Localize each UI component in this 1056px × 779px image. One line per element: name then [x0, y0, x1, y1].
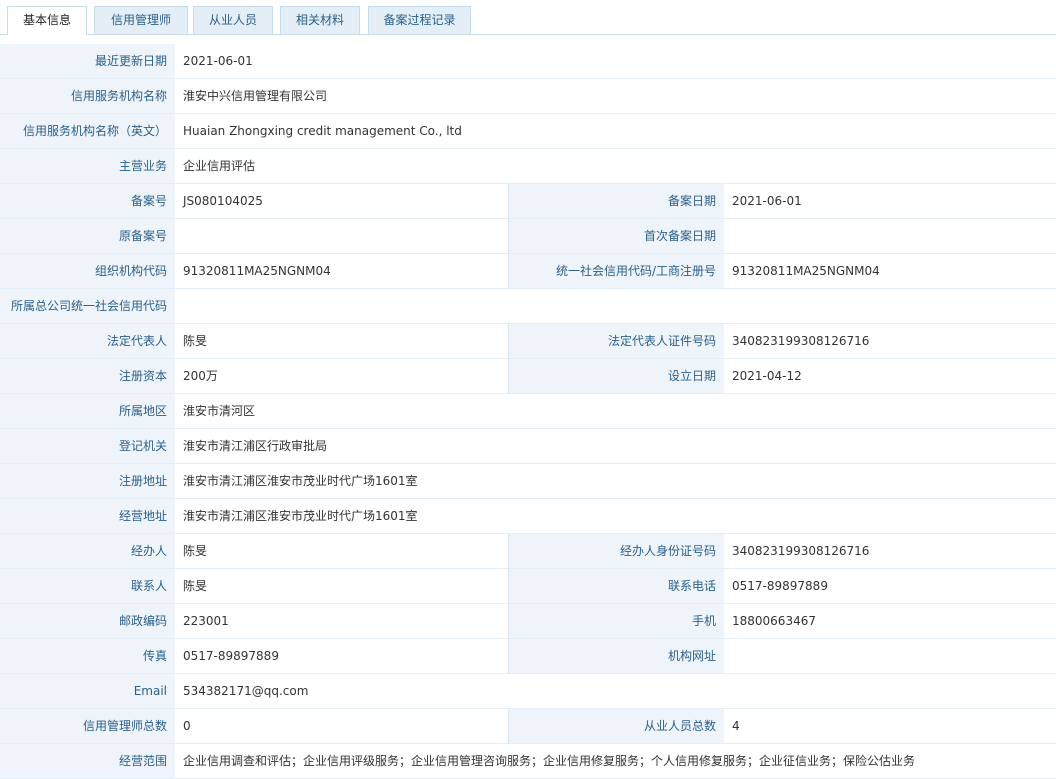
credit-manager-count-label: 信用管理师总数: [0, 709, 175, 744]
row-postal-code: 邮政编码 223001 手机 18800663467: [0, 604, 1056, 639]
staff-count-label: 从业人员总数: [509, 709, 724, 744]
hq-credit-code-label: 所属总公司统一社会信用代码: [0, 289, 175, 324]
row-last-updated: 最近更新日期 2021-06-01: [0, 44, 1056, 79]
row-org-name: 信用服务机构名称 淮安中兴信用管理有限公司: [0, 79, 1056, 114]
row-org-code: 组织机构代码 91320811MA25NGNM04 统一社会信用代码/工商注册号…: [0, 254, 1056, 289]
website-label: 机构网址: [509, 639, 724, 674]
handler-label: 经办人: [0, 534, 175, 569]
registered-capital-value: 200万: [175, 359, 508, 394]
region-value: 淮安市清河区: [175, 394, 1056, 429]
email-value: 534382171@qq.com: [175, 674, 1056, 709]
registration-authority-value: 淮安市清江浦区行政审批局: [175, 429, 1056, 464]
business-scope-value: 企业信用调查和评估；企业信用评级服务；企业信用管理咨询服务；企业信用修复服务；个…: [175, 744, 1056, 779]
contact-phone-value: 0517-89897889: [724, 569, 1056, 604]
credit-code-value: 91320811MA25NGNM04: [724, 254, 1056, 289]
credit-code-label: 统一社会信用代码/工商注册号: [509, 254, 724, 289]
record-no-value: JS080104025: [175, 184, 508, 219]
main-business-value: 企业信用评估: [175, 149, 1056, 184]
email-label: Email: [0, 674, 175, 709]
tab-bar: 基本信息 信用管理师 从业人员 相关材料 备案过程记录: [0, 0, 1056, 36]
mobile-value: 18800663467: [724, 604, 1056, 639]
legal-rep-label: 法定代表人: [0, 324, 175, 359]
row-business-scope: 经营范围 企业信用调查和评估；企业信用评级服务；企业信用管理咨询服务；企业信用修…: [0, 744, 1056, 779]
basic-info-table: 最近更新日期 2021-06-01 信用服务机构名称 淮安中兴信用管理有限公司 …: [0, 44, 1056, 779]
postal-code-label: 邮政编码: [0, 604, 175, 639]
first-record-date-value: [724, 219, 1056, 254]
row-registered-capital: 注册资本 200万 设立日期 2021-04-12: [0, 359, 1056, 394]
row-fax: 传真 0517-89897889 机构网址: [0, 639, 1056, 674]
org-name-en-value: Huaian Zhongxing credit management Co., …: [175, 114, 1056, 149]
original-record-no-value: [175, 219, 508, 254]
row-original-record-no: 原备案号 首次备案日期: [0, 219, 1056, 254]
registered-address-value: 淮安市清江浦区淮安市茂业时代广场1601室: [175, 464, 1056, 499]
row-registration-authority: 登记机关 淮安市清江浦区行政审批局: [0, 429, 1056, 464]
contact-phone-label: 联系电话: [509, 569, 724, 604]
website-value: [724, 639, 1056, 674]
original-record-no-label: 原备案号: [0, 219, 175, 254]
first-record-date-label: 首次备案日期: [509, 219, 724, 254]
record-date-label: 备案日期: [509, 184, 724, 219]
legal-rep-value: 陈旻: [175, 324, 508, 359]
org-code-value: 91320811MA25NGNM04: [175, 254, 508, 289]
legal-rep-id-label: 法定代表人证件号码: [509, 324, 724, 359]
last-updated-label: 最近更新日期: [0, 44, 175, 79]
registered-capital-label: 注册资本: [0, 359, 175, 394]
row-org-name-en: 信用服务机构名称（英文） Huaian Zhongxing credit man…: [0, 114, 1056, 149]
established-date-label: 设立日期: [509, 359, 724, 394]
record-no-label: 备案号: [0, 184, 175, 219]
contact-value: 陈旻: [175, 569, 508, 604]
registration-authority-label: 登记机关: [0, 429, 175, 464]
row-record-no: 备案号 JS080104025 备案日期 2021-06-01: [0, 184, 1056, 219]
row-registered-address: 注册地址 淮安市清江浦区淮安市茂业时代广场1601室: [0, 464, 1056, 499]
contact-label: 联系人: [0, 569, 175, 604]
org-name-en-label: 信用服务机构名称（英文）: [0, 114, 175, 149]
fax-label: 传真: [0, 639, 175, 674]
row-contact: 联系人 陈旻 联系电话 0517-89897889: [0, 569, 1056, 604]
row-business-address: 经营地址 淮安市清江浦区淮安市茂业时代广场1601室: [0, 499, 1056, 534]
tab-divider: [0, 34, 1056, 35]
established-date-value: 2021-04-12: [724, 359, 1056, 394]
region-label: 所属地区: [0, 394, 175, 429]
postal-code-value: 223001: [175, 604, 508, 639]
handler-value: 陈旻: [175, 534, 508, 569]
business-scope-label: 经营范围: [0, 744, 175, 779]
tab-basic-info[interactable]: 基本信息: [7, 6, 87, 35]
handler-id-value: 340823199308126716: [724, 534, 1056, 569]
row-hq-credit-code: 所属总公司统一社会信用代码: [0, 289, 1056, 324]
hq-credit-code-value: [175, 289, 1056, 324]
row-handler: 经办人 陈旻 经办人身份证号码 340823199308126716: [0, 534, 1056, 569]
registered-address-label: 注册地址: [0, 464, 175, 499]
tab-credit-managers[interactable]: 信用管理师: [94, 6, 188, 34]
credit-manager-count-value: 0: [175, 709, 508, 744]
legal-rep-id-value: 340823199308126716: [724, 324, 1056, 359]
handler-id-label: 经办人身份证号码: [509, 534, 724, 569]
staff-count-value: 4: [724, 709, 1056, 744]
mobile-label: 手机: [509, 604, 724, 639]
tab-related-materials[interactable]: 相关材料: [280, 6, 360, 34]
record-date-value: 2021-06-01: [724, 184, 1056, 219]
business-address-value: 淮安市清江浦区淮安市茂业时代广场1601室: [175, 499, 1056, 534]
row-email: Email 534382171@qq.com: [0, 674, 1056, 709]
org-code-label: 组织机构代码: [0, 254, 175, 289]
row-legal-rep: 法定代表人 陈旻 法定代表人证件号码 340823199308126716: [0, 324, 1056, 359]
business-address-label: 经营地址: [0, 499, 175, 534]
fax-value: 0517-89897889: [175, 639, 508, 674]
last-updated-value: 2021-06-01: [175, 44, 1056, 79]
tab-staff[interactable]: 从业人员: [193, 6, 273, 34]
org-name-value: 淮安中兴信用管理有限公司: [175, 79, 1056, 114]
tab-record-history[interactable]: 备案过程记录: [368, 6, 471, 34]
row-counts: 信用管理师总数 0 从业人员总数 4: [0, 709, 1056, 744]
row-region: 所属地区 淮安市清河区: [0, 394, 1056, 429]
row-main-business: 主营业务 企业信用评估: [0, 149, 1056, 184]
main-business-label: 主营业务: [0, 149, 175, 184]
org-name-label: 信用服务机构名称: [0, 79, 175, 114]
